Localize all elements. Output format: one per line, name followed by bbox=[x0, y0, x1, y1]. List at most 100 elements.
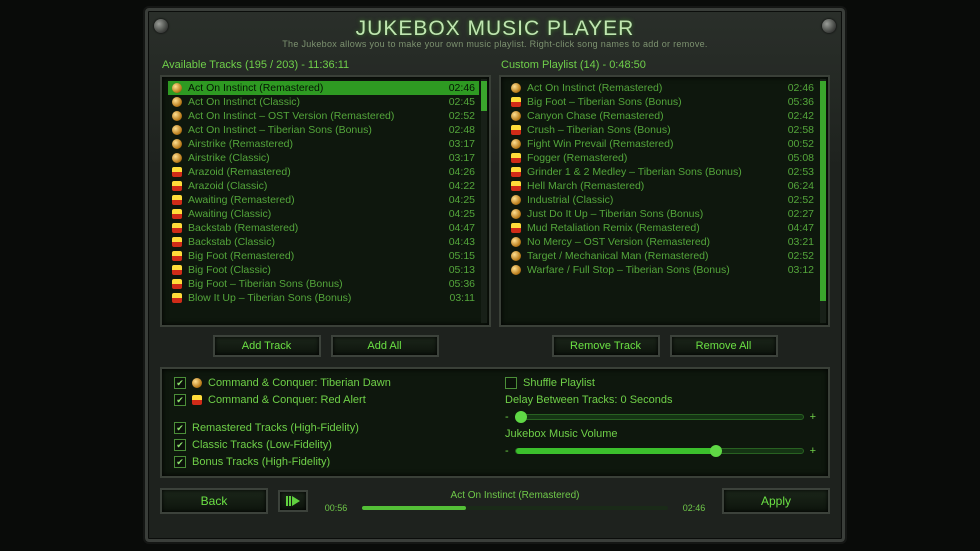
track-row[interactable]: Grinder 1 & 2 Medley – Tiberian Sons (Bo… bbox=[507, 165, 818, 179]
volume-plus[interactable]: + bbox=[810, 445, 816, 457]
volume-minus[interactable]: - bbox=[505, 445, 509, 457]
back-button[interactable]: Back bbox=[160, 488, 268, 514]
track-time: 05:36 bbox=[435, 278, 475, 290]
track-row[interactable]: Airstrike (Classic) 03:17 bbox=[168, 151, 479, 165]
track-name: Blow It Up – Tiberian Sons (Bonus) bbox=[188, 292, 429, 304]
track-row[interactable]: Target / Mechanical Man (Remastered)02:5… bbox=[507, 249, 818, 263]
available-header: Available Tracks (195 / 203) - 11:36:11 bbox=[160, 55, 491, 75]
track-time: 02:58 bbox=[774, 124, 814, 136]
faction-td-icon bbox=[511, 251, 521, 261]
track-row[interactable]: Act On Instinct (Classic)02:45 bbox=[168, 95, 479, 109]
filter-td-checkbox[interactable]: ✔ Command & Conquer: Tiberian Dawn bbox=[174, 377, 485, 389]
track-row[interactable]: Crush – Tiberian Sons (Bonus) 02:58 bbox=[507, 123, 818, 137]
volume-slider[interactable] bbox=[515, 448, 804, 454]
progress-bar[interactable] bbox=[362, 506, 668, 510]
jukebox-panel: JUKEBOX MUSIC PLAYER The Jukebox allows … bbox=[145, 8, 845, 542]
faction-td-icon bbox=[172, 111, 182, 121]
shuffle-checkbox[interactable]: Shuffle Playlist bbox=[505, 377, 816, 389]
track-row[interactable]: Just Do It Up – Tiberian Sons (Bonus)02:… bbox=[507, 207, 818, 221]
apply-button[interactable]: Apply bbox=[722, 488, 830, 514]
track-time: 04:47 bbox=[774, 222, 814, 234]
track-row[interactable]: Fogger (Remastered)05:08 bbox=[507, 151, 818, 165]
add-track-button[interactable]: Add Track bbox=[213, 335, 321, 357]
track-time: 02:48 bbox=[435, 124, 475, 136]
filter-ra-checkbox[interactable]: ✔ Command & Conquer: Red Alert bbox=[174, 394, 485, 406]
scrollbar[interactable] bbox=[820, 79, 826, 323]
track-name: Big Foot – Tiberian Sons (Bonus) bbox=[527, 96, 768, 108]
add-all-button[interactable]: Add All bbox=[331, 335, 439, 357]
track-row[interactable]: Big Foot – Tiberian Sons (Bonus) 05:36 bbox=[507, 95, 818, 109]
track-name: Awaiting (Classic) bbox=[188, 208, 429, 220]
track-row[interactable]: Backstab (Remastered) 04:47 bbox=[168, 221, 479, 235]
delay-minus[interactable]: - bbox=[505, 411, 509, 423]
track-time: 02:52 bbox=[435, 110, 475, 122]
track-row[interactable]: Airstrike (Remastered)03:17 bbox=[168, 137, 479, 151]
track-row[interactable]: Blow It Up – Tiberian Sons (Bonus)03:11 bbox=[168, 291, 479, 305]
track-row[interactable]: Act On Instinct (Remastered)02:46 bbox=[168, 81, 479, 95]
faction-td-icon bbox=[172, 83, 182, 93]
track-row[interactable]: Big Foot – Tiberian Sons (Bonus) 05:36 bbox=[168, 277, 479, 291]
track-name: Crush – Tiberian Sons (Bonus) bbox=[527, 124, 768, 136]
track-row[interactable]: Act On Instinct – OST Version (Remastere… bbox=[168, 109, 479, 123]
track-name: Fogger (Remastered) bbox=[527, 152, 768, 164]
track-time: 04:47 bbox=[435, 222, 475, 234]
play-pause-button[interactable] bbox=[278, 490, 308, 512]
track-name: Industrial (Classic) bbox=[527, 194, 768, 206]
faction-ra-icon bbox=[172, 209, 182, 219]
track-row[interactable]: Big Foot (Classic)05:13 bbox=[168, 263, 479, 277]
track-name: Big Foot (Classic) bbox=[188, 264, 429, 276]
filter-bonus-checkbox[interactable]: ✔ Bonus Tracks (High-Fidelity) bbox=[174, 456, 485, 468]
scrollbar[interactable] bbox=[481, 79, 487, 323]
track-row[interactable]: Canyon Chase (Remastered)02:42 bbox=[507, 109, 818, 123]
faction-ra-icon bbox=[511, 223, 521, 233]
track-row[interactable]: Warfare / Full Stop – Tiberian Sons (Bon… bbox=[507, 263, 818, 277]
track-name: Act On Instinct – OST Version (Remastere… bbox=[188, 110, 429, 122]
faction-ra-icon bbox=[511, 125, 521, 135]
track-time: 02:45 bbox=[435, 96, 475, 108]
delay-plus[interactable]: + bbox=[810, 411, 816, 423]
faction-ra-icon bbox=[511, 167, 521, 177]
now-playing: Act On Instinct (Remastered) 00:56 02:46 bbox=[318, 490, 712, 513]
track-time: 04:26 bbox=[435, 166, 475, 178]
track-name: Airstrike (Classic) bbox=[188, 152, 429, 164]
delay-slider[interactable] bbox=[515, 414, 804, 420]
track-row[interactable]: Hell March (Remastered) 06:24 bbox=[507, 179, 818, 193]
playlist-tracks-list[interactable]: Act On Instinct (Remastered)02:46Big Foo… bbox=[499, 75, 830, 327]
track-name: No Mercy – OST Version (Remastered) bbox=[527, 236, 768, 248]
faction-ra-icon bbox=[172, 251, 182, 261]
track-row[interactable]: Arazoid (Classic)04:22 bbox=[168, 179, 479, 193]
track-row[interactable]: No Mercy – OST Version (Remastered)03:21 bbox=[507, 235, 818, 249]
track-row[interactable]: Act On Instinct – Tiberian Sons (Bonus)0… bbox=[168, 123, 479, 137]
remove-all-button[interactable]: Remove All bbox=[670, 335, 778, 357]
track-time: 03:17 bbox=[435, 152, 475, 164]
available-tracks-list[interactable]: Act On Instinct (Remastered)02:46Act On … bbox=[160, 75, 491, 327]
track-row[interactable]: Fight Win Prevail (Remastered)00:52 bbox=[507, 137, 818, 151]
track-row[interactable]: Backstab (Classic) 04:43 bbox=[168, 235, 479, 249]
filter-classic-checkbox[interactable]: ✔ Classic Tracks (Low-Fidelity) bbox=[174, 439, 485, 451]
remove-track-button[interactable]: Remove Track bbox=[552, 335, 660, 357]
track-row[interactable]: Big Foot (Remastered)05:15 bbox=[168, 249, 479, 263]
track-name: Arazoid (Remastered) bbox=[188, 166, 429, 178]
track-row[interactable]: Act On Instinct (Remastered)02:46 bbox=[507, 81, 818, 95]
faction-td-icon bbox=[511, 83, 521, 93]
track-row[interactable]: Awaiting (Remastered)04:25 bbox=[168, 193, 479, 207]
page-title: JUKEBOX MUSIC PLAYER bbox=[160, 17, 830, 41]
page-subtitle: The Jukebox allows you to make your own … bbox=[160, 39, 830, 49]
faction-ra-icon bbox=[172, 167, 182, 177]
filter-remastered-checkbox[interactable]: ✔ Remastered Tracks (High-Fidelity) bbox=[174, 422, 485, 434]
track-name: Big Foot – Tiberian Sons (Bonus) bbox=[188, 278, 429, 290]
track-name: Hell March (Remastered) bbox=[527, 180, 768, 192]
faction-ra-icon bbox=[172, 293, 182, 303]
track-row[interactable]: Awaiting (Classic)04:25 bbox=[168, 207, 479, 221]
track-row[interactable]: Industrial (Classic) 02:52 bbox=[507, 193, 818, 207]
track-time: 05:36 bbox=[774, 96, 814, 108]
track-row[interactable]: Mud Retaliation Remix (Remastered)04:47 bbox=[507, 221, 818, 235]
track-name: Backstab (Remastered) bbox=[188, 222, 429, 234]
track-time: 02:52 bbox=[774, 194, 814, 206]
bolt-icon bbox=[154, 19, 168, 33]
track-name: Backstab (Classic) bbox=[188, 236, 429, 248]
track-row[interactable]: Arazoid (Remastered) 04:26 bbox=[168, 165, 479, 179]
track-time: 04:43 bbox=[435, 236, 475, 248]
options-panel: ✔ Command & Conquer: Tiberian Dawn ✔ Com… bbox=[160, 367, 830, 478]
track-time: 06:24 bbox=[774, 180, 814, 192]
